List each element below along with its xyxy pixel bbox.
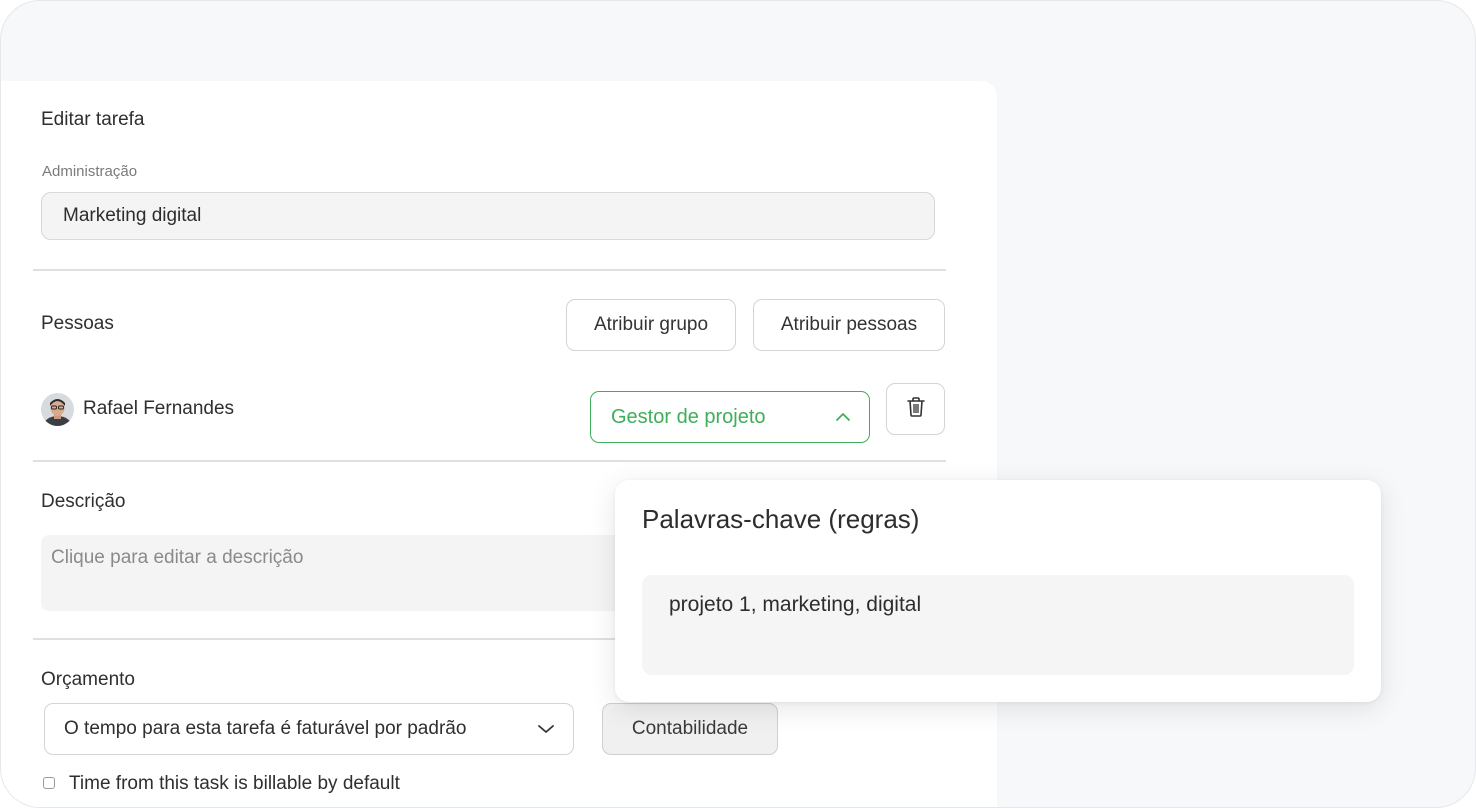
trash-icon xyxy=(906,396,926,423)
role-select-value: Gestor de projeto xyxy=(611,406,766,428)
app-frame: Editar tarefa Administração Marketing di… xyxy=(0,0,1476,808)
person-name: Rafael Fernandes xyxy=(83,398,235,419)
description-label: Descrição xyxy=(41,491,126,512)
assign-group-button[interactable]: Atribuir grupo xyxy=(566,299,736,351)
divider xyxy=(33,269,946,271)
delete-person-button[interactable] xyxy=(886,383,945,435)
description-input[interactable]: Clique para editar a descrição xyxy=(41,535,631,611)
card-title: Editar tarefa xyxy=(41,109,145,130)
people-label: Pessoas xyxy=(41,313,114,334)
chevron-down-icon xyxy=(537,704,555,754)
task-name-input[interactable]: Marketing digital xyxy=(41,192,935,240)
task-name-label: Administração xyxy=(42,163,138,180)
divider xyxy=(33,460,946,462)
billable-checkbox-label: Time from this task is billable by defau… xyxy=(69,773,400,794)
keywords-popup: Palavras-chave (regras) projeto 1, marke… xyxy=(615,480,1381,702)
assign-people-button[interactable]: Atribuir pessoas xyxy=(753,299,945,351)
billing-select-value: O tempo para esta tarefa é faturável por… xyxy=(64,718,467,739)
budget-label: Orçamento xyxy=(41,669,135,690)
accounting-button[interactable]: Contabilidade xyxy=(602,703,778,755)
keywords-title: Palavras-chave (regras) xyxy=(642,504,920,534)
avatar xyxy=(41,393,74,426)
billable-checkbox[interactable] xyxy=(43,777,55,789)
role-select[interactable]: Gestor de projeto xyxy=(590,391,870,443)
billing-select[interactable]: O tempo para esta tarefa é faturável por… xyxy=(44,703,574,755)
keywords-input[interactable]: projeto 1, marketing, digital xyxy=(642,575,1354,675)
chevron-up-icon xyxy=(835,392,851,442)
